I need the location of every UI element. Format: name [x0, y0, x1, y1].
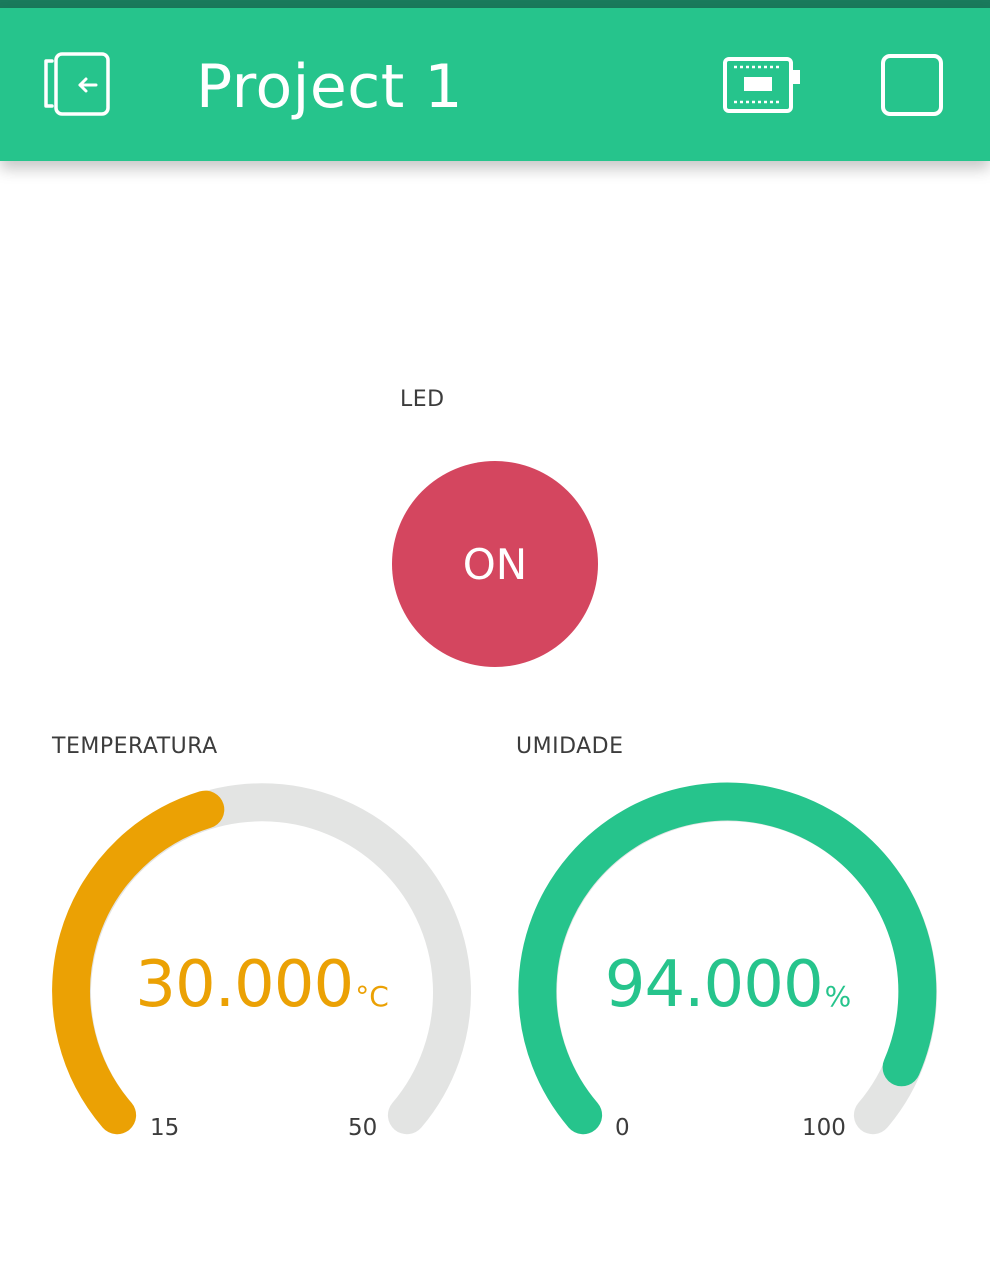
exit-icon[interactable] [42, 52, 112, 118]
humidity-label: UMIDADE [516, 734, 624, 759]
temperature-value: 30.000°C [42, 948, 482, 1022]
square-icon[interactable] [880, 52, 944, 118]
page-title: Project 1 [196, 52, 464, 122]
temperature-unit: °C [355, 980, 389, 1013]
humidity-value: 94.000% [508, 948, 948, 1022]
temperature-max: 50 [348, 1115, 378, 1141]
temperature-number: 30.000 [135, 948, 354, 1022]
led-toggle-button[interactable]: ON [392, 461, 598, 667]
status-strip [0, 0, 990, 8]
device-icon[interactable] [722, 56, 804, 114]
app-header: Project 1 [0, 8, 990, 161]
humidity-max: 100 [802, 1115, 846, 1141]
temperature-min: 15 [150, 1115, 180, 1141]
temperature-label: TEMPERATURA [52, 734, 218, 759]
humidity-gauge: 94.000% 0 100 [508, 772, 948, 1192]
humidity-min: 0 [615, 1115, 630, 1141]
led-label: LED [400, 387, 445, 412]
led-button-text: ON [462, 539, 528, 589]
humidity-number: 94.000 [604, 948, 824, 1022]
humidity-unit: % [824, 980, 852, 1013]
app-screen: Project 1 LED ON TEMPERATURA 30.000°C 15… [0, 0, 990, 1280]
temperature-gauge: 30.000°C 15 50 [42, 772, 482, 1192]
